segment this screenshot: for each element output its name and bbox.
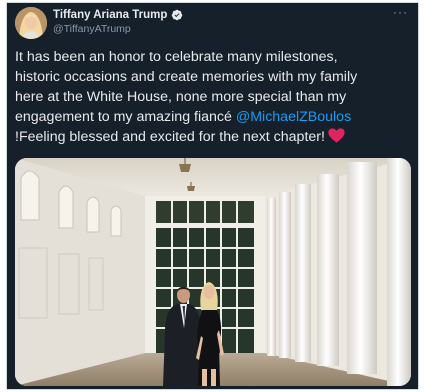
mention-link[interactable]: @MichaelZBoulos [236,109,351,125]
tweet-text-segment: !Feeling blessed and excited for the nex… [15,129,325,145]
more-options-button[interactable]: ··· [393,5,408,19]
photo-colonnade-couple [15,158,411,386]
profile-photo-icon [15,7,47,39]
tweet-text-segment: engagement to my amazing fiancé [15,109,236,125]
tweet-photo[interactable] [15,158,411,386]
tweet-text-line: historic occasions and create memories w… [15,69,358,85]
tweet-text-line: It has been an honor to celebrate many m… [15,49,338,65]
user-handle[interactable]: @TiffanyATrump [53,23,131,35]
tweet-text-line: !Feeling blessed and excited for the nex… [15,127,413,147]
tweet-text: It has been an honor to celebrate many m… [15,47,413,147]
avatar[interactable] [15,7,47,39]
tweet-text-line-with-mention: engagement to my amazing fiancé @Michael… [15,107,413,127]
verified-badge-icon [172,9,183,21]
display-name[interactable]: Tiffany Ariana Trump [53,9,167,21]
tweet-text-line: here at the White House, none more speci… [15,89,347,105]
tweet-card[interactable]: Tiffany Ariana Trump @TiffanyATrump ··· … [6,2,419,390]
red-heart-icon [328,128,345,143]
